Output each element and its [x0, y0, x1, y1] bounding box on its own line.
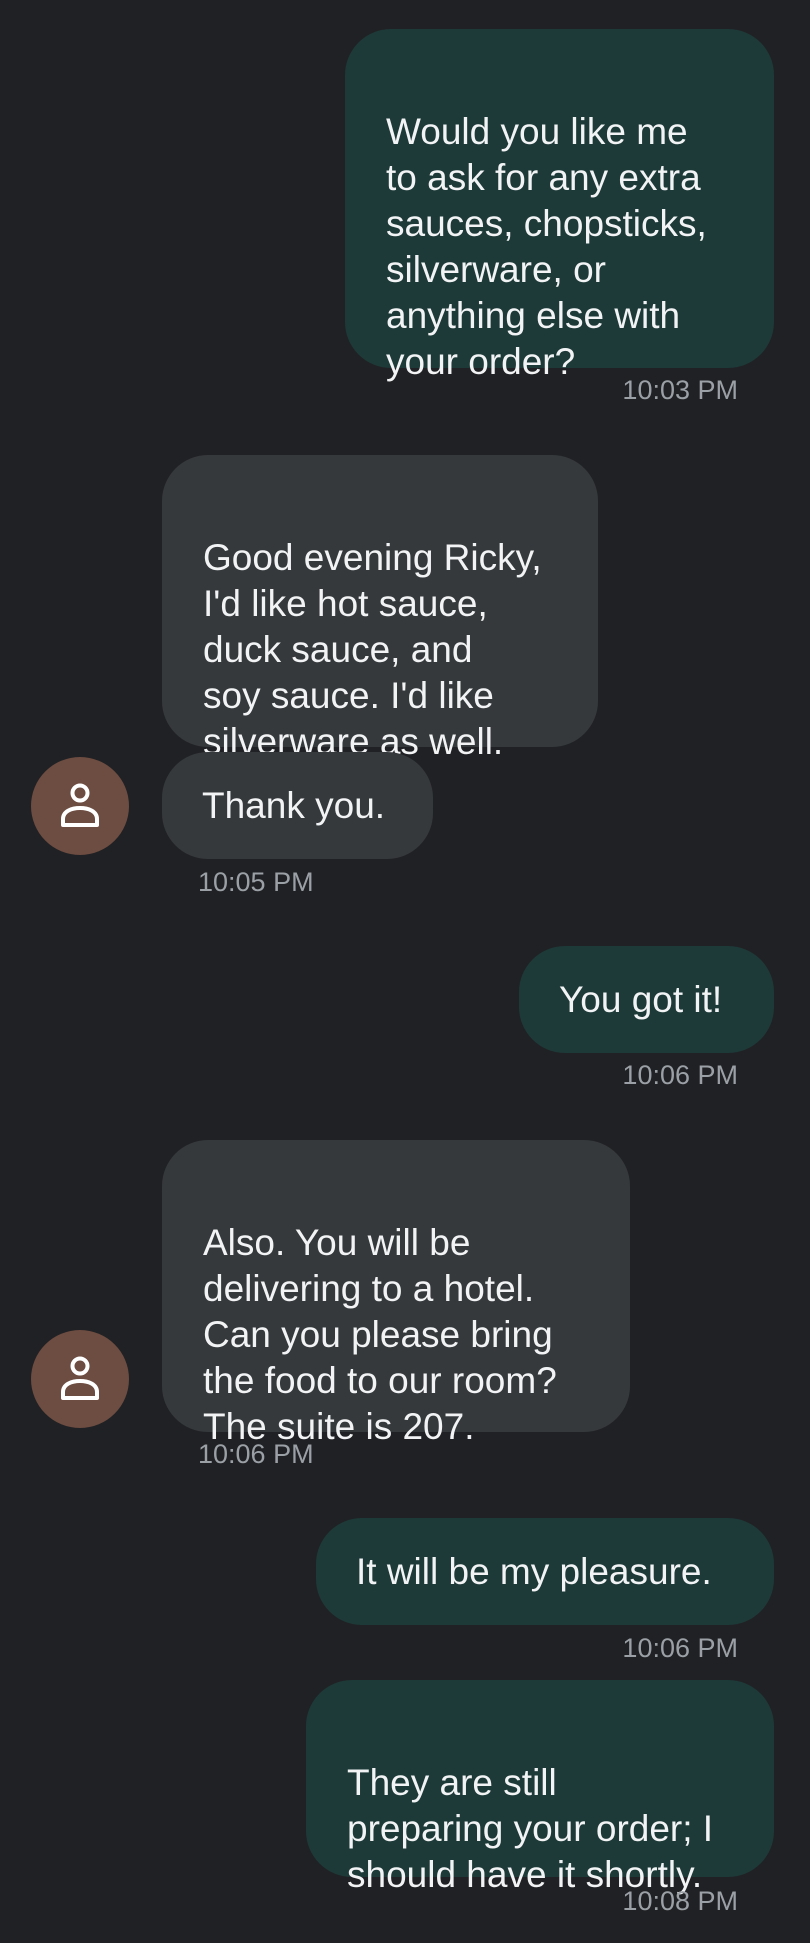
message-text: Also. You will be delivering to a hotel.… [203, 1222, 557, 1447]
message-timestamp: 10:06 PM [622, 1060, 738, 1090]
incoming-message-bubble[interactable]: Also. You will be delivering to a hotel.… [162, 1140, 630, 1447]
message-timestamp: 10:03 PM [622, 375, 738, 405]
outgoing-message-bubble[interactable]: Would you like me to ask for any extra s… [345, 29, 774, 382]
message-text: It will be my pleasure. [356, 1550, 712, 1592]
message-timestamp: 10:06 PM [198, 1439, 314, 1469]
message-timestamp: 10:08 PM [622, 1886, 738, 1916]
contact-avatar[interactable] [31, 1330, 129, 1428]
message-text: You got it! [559, 978, 723, 1020]
outgoing-message-bubble[interactable]: It will be my pleasure. [316, 1518, 774, 1625]
contact-avatar[interactable] [31, 757, 129, 855]
message-text: Would you like me to ask for any extra s… [386, 111, 707, 382]
outgoing-message-bubble[interactable]: They are still preparing your order; I s… [306, 1680, 774, 1895]
message-text: Thank you. [202, 784, 386, 826]
person-icon [61, 1356, 99, 1400]
message-text: They are still preparing your order; I s… [347, 1762, 714, 1895]
outgoing-message-bubble[interactable]: You got it! [519, 946, 774, 1053]
message-timestamp: 10:05 PM [198, 867, 314, 897]
incoming-message-bubble[interactable]: Good evening Ricky, I'd like hot sauce, … [162, 455, 598, 762]
person-icon [61, 783, 99, 827]
message-timestamp: 10:06 PM [622, 1633, 738, 1663]
message-text: Good evening Ricky, I'd like hot sauce, … [203, 537, 542, 762]
incoming-message-bubble[interactable]: Thank you. [162, 752, 433, 859]
